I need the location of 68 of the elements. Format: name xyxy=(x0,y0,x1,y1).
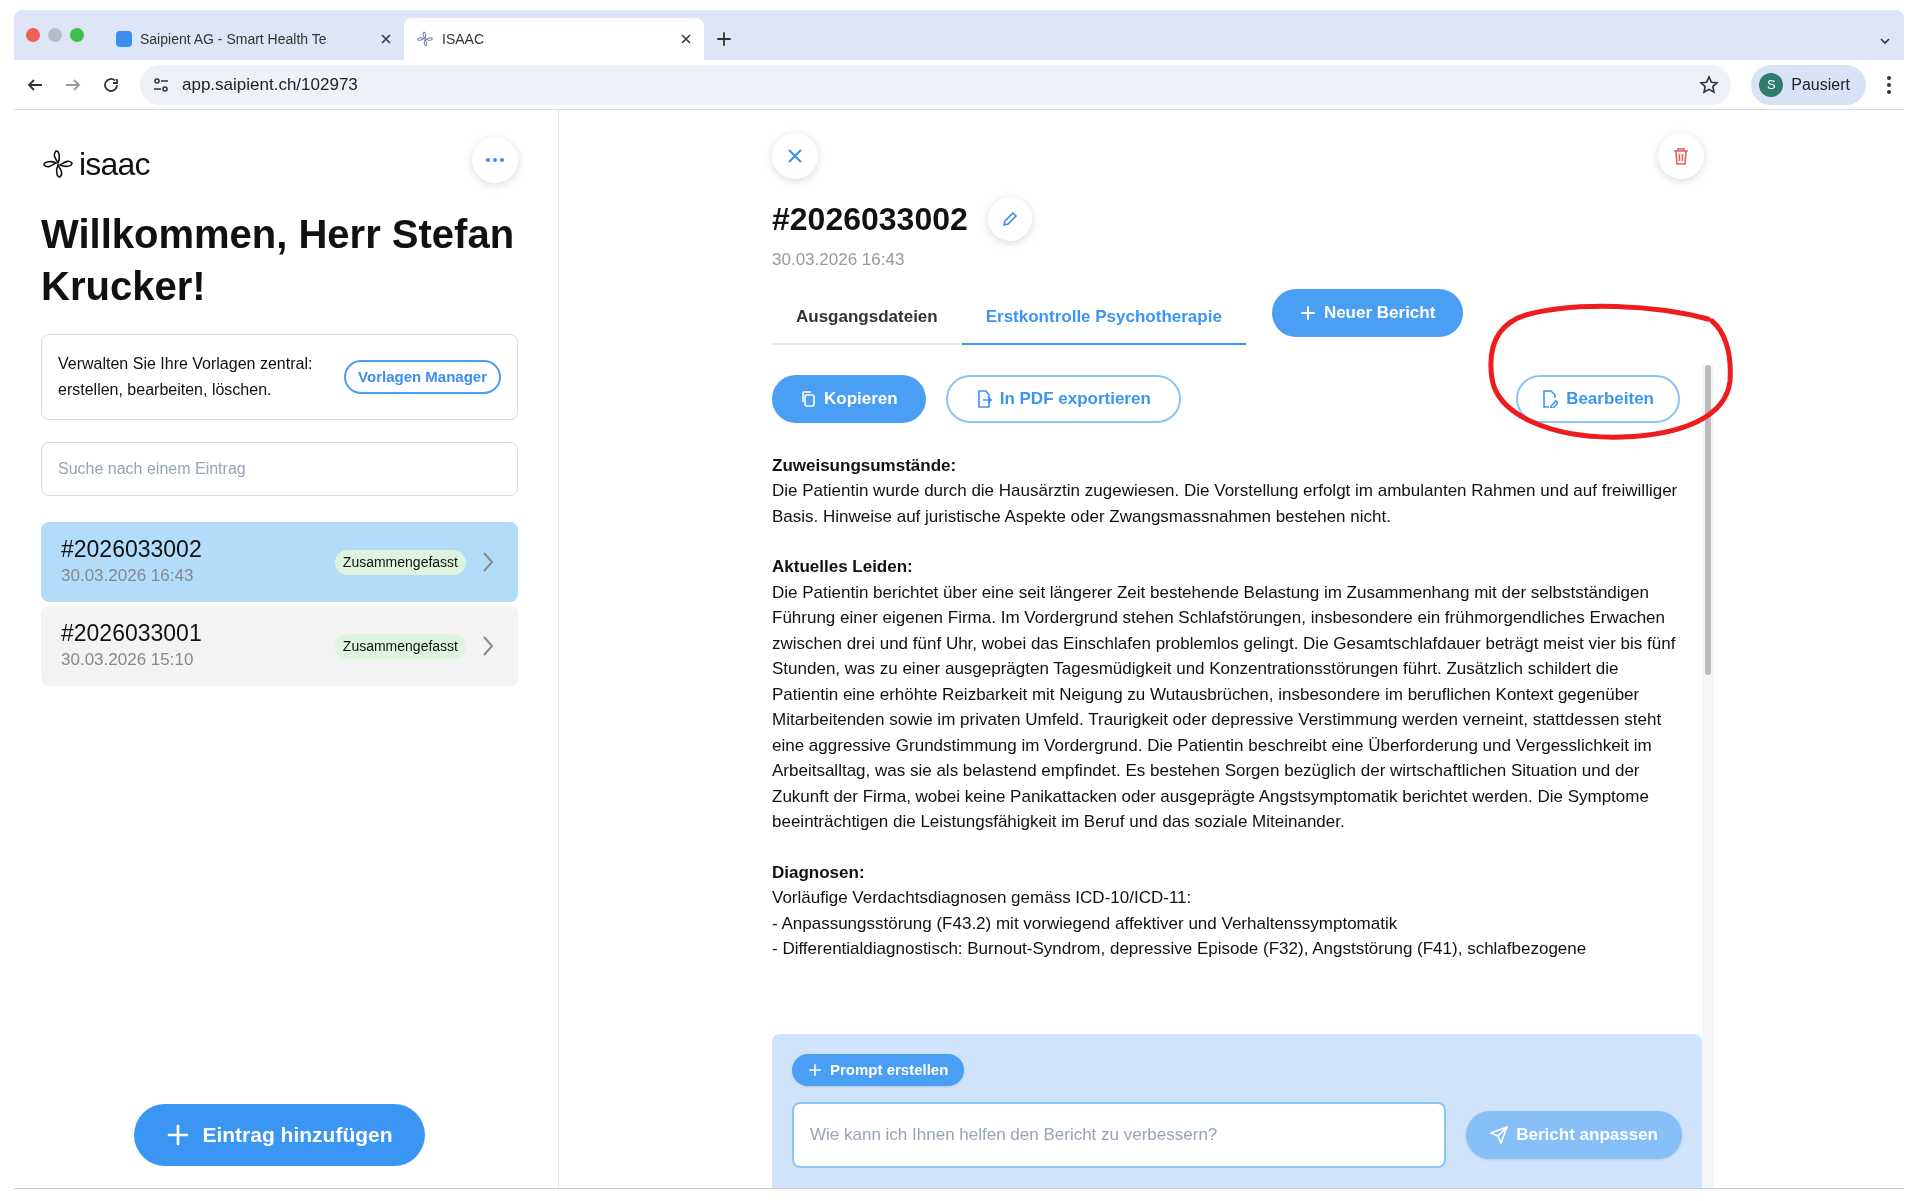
report-paragraph: Die Patientin berichtet über eine seit längerer Zeit bestehende Belastung im Zusammenhang mit der selbstständigen Führung einer eigenen Firma. Im Vordergrund stehen Schlafstörungen, insbesondere ein frühmorgendliches Erwachen zwischen drei und fünf Uhr, wobei das Einschlafen problemlos gelingt. Die Gesamtschlafdauer beträgt meist vier bis fünf Stunden, was zu einer ausgeprägten Tagesmüdigkeit und Konzentrationsstörungen führt. Zusätzlich schildert die Patientin eine erhöhte Reizbarkeit mit Neigung zu Wutausbrüchen, insbesondere im beruflichen Kontext gegenüber Mitarbeitenden sowie im privaten Umfeld. Traurigkeit oder depressive Verstimmung werden verneint, stattdessen steht eine aggressive Grundstimmung im Vordergrund. Die Patientin beschreibt eine Überforderung und Vergesslichkeit im Arbeitsalltag, was sie als belastend empfindet. Es bestehen Sorgen bezüglich der wirtschaftlichen Situation und der Zukunft der Firma, wobei keine Panikattacken oder ausgeprägte Angstsymptomatik berichtet werden. Die Symptome beeinträchtigen die Leistungsfähigkeit im Beruf und das soziale Miteinander. xyxy=(772,581,1677,833)
file-edit-icon xyxy=(1542,389,1559,408)
file-export-icon xyxy=(975,389,992,408)
profile-avatar: S xyxy=(1759,72,1784,97)
logo-icon xyxy=(41,148,75,180)
maximize-window-icon[interactable] xyxy=(70,28,84,42)
section-heading: Diagnosen: xyxy=(772,861,866,884)
edit-report-button[interactable]: Bearbeiten xyxy=(1516,374,1680,423)
report-paragraph: Die Patientin wurde durch die Hausärztin zugewiesen. Die Vorstellung erfolgt im ambulanten Rahmen und auf freiwilliger Basis. Hinweise auf juristische Aspekte oder Zwangsmassnahmen bestehen nicht. xyxy=(772,480,1679,528)
add-entry-button[interactable]: Eintrag hinzufügen xyxy=(134,1104,425,1166)
tab-title: ISAAC xyxy=(442,29,485,49)
close-icon[interactable] xyxy=(380,33,392,45)
tab-logo-icon xyxy=(416,30,434,48)
entry-id: #2026033002 xyxy=(61,535,203,564)
tab-title: Saipient AG - Smart Health Te xyxy=(140,29,328,49)
pencil-icon xyxy=(1001,211,1018,227)
close-icon[interactable] xyxy=(680,33,692,45)
copy-icon xyxy=(800,389,816,408)
close-button[interactable] xyxy=(772,133,818,179)
new-report-button[interactable]: Neuer Bericht xyxy=(1271,288,1464,337)
entry-id: #2026033001 xyxy=(61,619,203,648)
action-button[interactable]: In PDF exportieren xyxy=(945,374,1181,423)
status-tag: Zusammengefasst xyxy=(334,633,466,659)
more-icon xyxy=(486,158,504,162)
templates-manager-button[interactable]: Vorlagen Manager xyxy=(344,359,501,395)
action-button[interactable]: Kopieren xyxy=(772,374,926,423)
plus-icon xyxy=(808,1063,822,1077)
star-icon[interactable] xyxy=(1699,74,1720,95)
plus-icon xyxy=(1299,304,1316,321)
plus-icon xyxy=(716,31,732,47)
reload-icon[interactable] xyxy=(102,75,120,94)
plus-icon xyxy=(166,1123,191,1147)
report-tab[interactable]: Erstkontrolle Psychotherapie xyxy=(961,290,1246,345)
create-prompt-button[interactable]: Prompt erstellen xyxy=(792,1054,965,1086)
status-tag: Zusammengefasst xyxy=(334,549,466,575)
report-paragraph: - Anpassungsstörung (F43.2) mit vorwiegend affektiver und Verhaltenssymptomatik xyxy=(772,912,1399,935)
greeting-heading: Willkommen, Herr Stefan Krucker! xyxy=(41,211,516,310)
report-date: 30.03.2026 16:43 xyxy=(772,249,906,271)
send-icon xyxy=(1490,1126,1509,1144)
report-paragraph: - Differentialdiagnostisch: Burnout-Syndrom, depressive Episode (F32), Angststörung (F41), schlafbezogene xyxy=(772,938,1588,960)
entry-date: 30.03.2026 16:43 xyxy=(61,565,195,588)
chevron-right-icon xyxy=(482,551,494,573)
entry-date: 30.03.2026 15:10 xyxy=(61,649,195,672)
prompt-field[interactable]: Wie kann ich Ihnen helfen den Bericht zu verbessern? xyxy=(792,1102,1447,1168)
url-text: app.saipient.ch/102973 xyxy=(182,73,359,96)
scrollbar[interactable] xyxy=(1702,364,1714,1188)
templates-text: Verwalten Sie Ihre Vorlagen zentral: erstellen, bearbeiten, löschen. xyxy=(58,354,314,400)
section-heading: Aktuelles Leiden: xyxy=(772,556,914,578)
report-paragraph: Vorläufige Verdachtsdiagnosen gemäss ICD-10/ICD-11: xyxy=(772,887,1193,909)
menu-icon[interactable] xyxy=(1886,74,1892,95)
trash-icon xyxy=(1673,147,1689,165)
delete-button[interactable] xyxy=(1658,133,1704,179)
browser-tab[interactable]: ISAAC xyxy=(404,18,704,60)
profile-button[interactable]: S Pausiert xyxy=(1751,64,1866,105)
logo-text: isaac xyxy=(79,145,150,184)
chevron-right-icon xyxy=(482,635,494,657)
section-heading: Zuweisungsumstände: xyxy=(772,454,958,477)
report-title: #2026033002 xyxy=(772,200,968,239)
edit-title-button[interactable] xyxy=(987,197,1032,241)
entry-item[interactable]: #2026033001 30.03.2026 15:10 Zusammengefasst xyxy=(41,606,518,686)
address-bar[interactable]: app.saipient.ch/102973 xyxy=(140,64,1732,105)
search-field[interactable]: Suche nach einem Eintrag xyxy=(41,442,518,496)
close-window-icon[interactable] xyxy=(26,28,40,42)
report-tab[interactable]: Ausgangsdateien xyxy=(772,290,962,345)
browser-tab[interactable]: Saipient AG - Smart Health Te xyxy=(104,18,404,60)
close-icon xyxy=(787,148,803,164)
entry-item[interactable]: #2026033002 30.03.2026 16:43 Zusammengefasst xyxy=(41,522,518,602)
site-settings-icon xyxy=(152,75,170,94)
